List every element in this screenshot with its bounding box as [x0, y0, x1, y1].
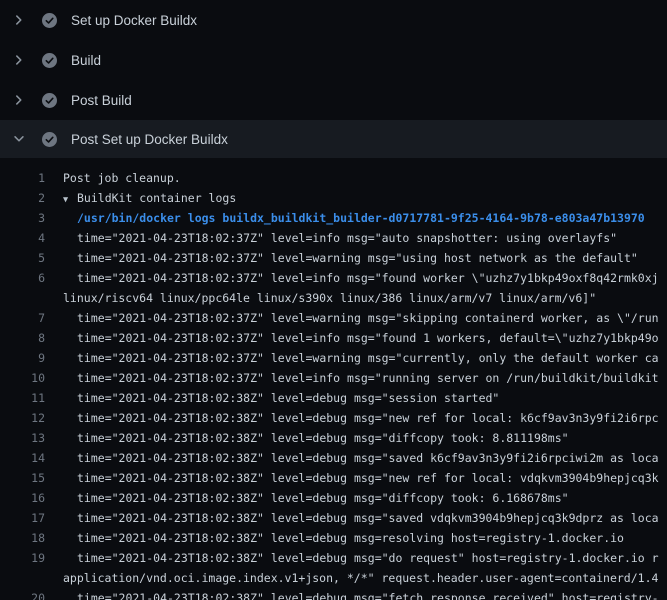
log-line: 1 Post job cleanup. [0, 168, 667, 188]
section-header-build[interactable]: Build [0, 40, 667, 80]
log-line-text: time="2021-04-23T18:02:38Z" level=debug … [63, 428, 569, 448]
log-line-text: time="2021-04-23T18:02:38Z" level=debug … [63, 408, 659, 428]
log-line-text: time="2021-04-23T18:02:37Z" level=warnin… [63, 248, 638, 268]
log-line: 14 time="2021-04-23T18:02:38Z" level=debu… [0, 448, 667, 468]
line-number[interactable]: 3 [0, 208, 45, 228]
log-line-text: time="2021-04-23T18:02:37Z" level=info m… [63, 228, 617, 248]
line-number[interactable]: 2 [0, 188, 45, 208]
line-number[interactable]: 12 [0, 408, 45, 428]
line-number[interactable]: 8 [0, 328, 45, 348]
chevron-right-icon [11, 52, 27, 68]
log-line-text: time="2021-04-23T18:02:38Z" level=debug … [63, 448, 659, 468]
log-line: 10 time="2021-04-23T18:02:37Z" level=info… [0, 368, 667, 388]
log-line: 18 time="2021-04-23T18:02:38Z" level=debu… [0, 528, 667, 548]
log-line-text: Post job cleanup. [63, 168, 181, 188]
line-number[interactable]: 1 [0, 168, 45, 188]
section-label: Post Build [71, 93, 132, 108]
log-line-text: time="2021-04-23T18:02:37Z" level=info m… [63, 368, 659, 388]
group-collapse-toggle-icon[interactable]: ▼ [63, 190, 77, 208]
log-line-text: time="2021-04-23T18:02:38Z" level=debug … [63, 548, 659, 568]
section-header-post-set-up-docker-buildx[interactable]: Post Set up Docker Buildx [0, 120, 667, 158]
log-line-text: time="2021-04-23T18:02:38Z" level=debug … [63, 388, 499, 408]
section-label: Post Set up Docker Buildx [71, 132, 228, 147]
line-number[interactable]: 9 [0, 348, 45, 368]
log-line-continuation: linux/riscv64 linux/ppc64le linux/s390x … [0, 288, 667, 308]
log-line: 2 ▼BuildKit container logs [0, 188, 667, 208]
section-header-post-build[interactable]: Post Build [0, 80, 667, 120]
check-circle-icon [42, 93, 57, 108]
line-number[interactable]: 19 [0, 548, 45, 568]
log-line-text: time="2021-04-23T18:02:38Z" level=debug … [63, 468, 659, 488]
log-line: 9 time="2021-04-23T18:02:37Z" level=warni… [0, 348, 667, 368]
log-line: 19 time="2021-04-23T18:02:38Z" level=debu… [0, 548, 667, 568]
line-number[interactable]: 6 [0, 268, 45, 288]
log-line: 15 time="2021-04-23T18:02:38Z" level=debu… [0, 468, 667, 488]
line-number[interactable]: 17 [0, 508, 45, 528]
log-line: 16 time="2021-04-23T18:02:38Z" level=debu… [0, 488, 667, 508]
line-number[interactable]: 18 [0, 528, 45, 548]
line-number[interactable]: 4 [0, 228, 45, 248]
line-number [0, 288, 45, 308]
line-number[interactable]: 11 [0, 388, 45, 408]
actions-log-panel: Set up Docker Buildx Build Post Build Po… [0, 0, 667, 600]
log-line: 17 time="2021-04-23T18:02:38Z" level=debu… [0, 508, 667, 528]
group-title: BuildKit container logs [77, 191, 236, 205]
command-text: /usr/bin/docker logs buildx_buildkit_bui… [63, 208, 645, 228]
check-circle-icon [42, 132, 57, 147]
line-number[interactable]: 14 [0, 448, 45, 468]
log-line-text: time="2021-04-23T18:02:38Z" level=debug … [63, 508, 659, 528]
log-line-text: time="2021-04-23T18:02:37Z" level=warnin… [63, 348, 659, 368]
line-number[interactable]: 10 [0, 368, 45, 388]
check-circle-icon [42, 53, 57, 68]
log-line-text: application/vnd.oci.image.index.v1+json,… [63, 568, 658, 588]
log-line: 7 time="2021-04-23T18:02:37Z" level=warni… [0, 308, 667, 328]
log-line-text: time="2021-04-23T18:02:38Z" level=debug … [63, 488, 569, 508]
log-line: 4 time="2021-04-23T18:02:37Z" level=info … [0, 228, 667, 248]
log-line-text: time="2021-04-23T18:02:38Z" level=debug … [63, 588, 659, 600]
line-number[interactable]: 15 [0, 468, 45, 488]
section-label: Set up Docker Buildx [71, 13, 197, 28]
line-number[interactable]: 7 [0, 308, 45, 328]
log-line: 20 time="2021-04-23T18:02:38Z" level=debu… [0, 588, 667, 600]
log-line: 11 time="2021-04-23T18:02:38Z" level=debu… [0, 388, 667, 408]
log-line-text: time="2021-04-23T18:02:37Z" level=warnin… [63, 308, 659, 328]
log-line-text: linux/riscv64 linux/ppc64le linux/s390x … [63, 288, 596, 308]
log-line: 12 time="2021-04-23T18:02:38Z" level=debu… [0, 408, 667, 428]
log-viewer: 1 Post job cleanup. 2 ▼BuildKit container l… [0, 158, 667, 600]
step-list: Set up Docker Buildx Build Post Build Po… [0, 0, 667, 158]
log-line: 3/usr/bin/docker logs buildx_buildkit_bu… [0, 208, 667, 228]
log-line: 5 time="2021-04-23T18:02:37Z" level=warni… [0, 248, 667, 268]
log-line-text: time="2021-04-23T18:02:37Z" level=info m… [63, 328, 659, 348]
chevron-down-icon [11, 131, 27, 147]
section-label: Build [71, 53, 101, 68]
chevron-right-icon [11, 92, 27, 108]
log-line: 13 time="2021-04-23T18:02:38Z" level=debu… [0, 428, 667, 448]
line-number[interactable]: 5 [0, 248, 45, 268]
line-number [0, 568, 45, 588]
log-line-text: time="2021-04-23T18:02:38Z" level=debug … [63, 528, 624, 548]
log-line-text: ▼BuildKit container logs [63, 188, 236, 208]
section-header-set-up-docker-buildx[interactable]: Set up Docker Buildx [0, 0, 667, 40]
check-circle-icon [42, 13, 57, 28]
log-line: 6 time="2021-04-23T18:02:37Z" level=info … [0, 268, 667, 288]
log-line-text: time="2021-04-23T18:02:37Z" level=info m… [63, 268, 659, 288]
line-number[interactable]: 20 [0, 588, 45, 600]
chevron-right-icon [11, 12, 27, 28]
log-line: 8 time="2021-04-23T18:02:37Z" level=info … [0, 328, 667, 348]
log-line-continuation: application/vnd.oci.image.index.v1+json,… [0, 568, 667, 588]
line-number[interactable]: 13 [0, 428, 45, 448]
line-number[interactable]: 16 [0, 488, 45, 508]
